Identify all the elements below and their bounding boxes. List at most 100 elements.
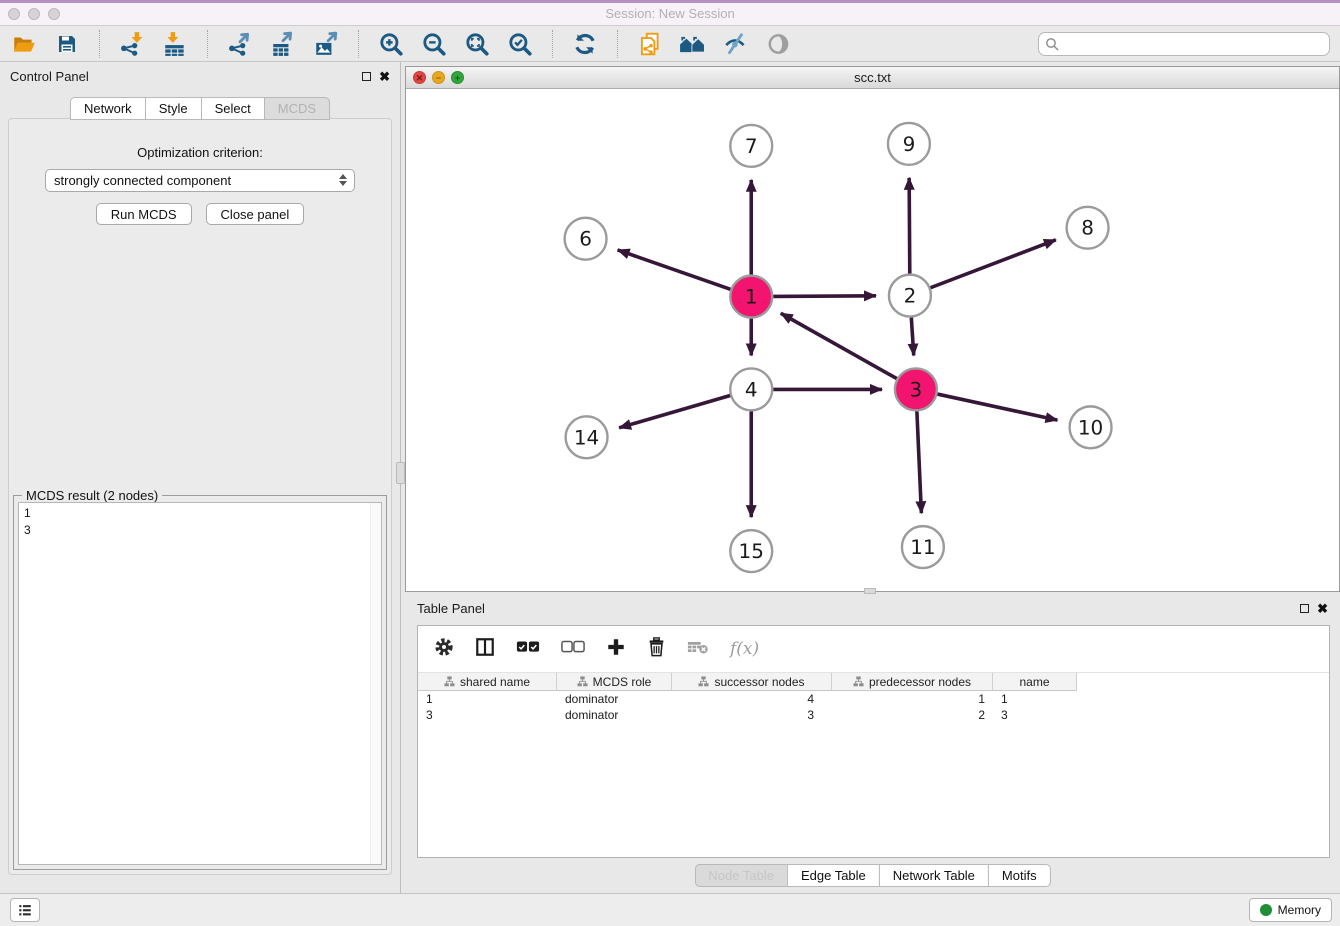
table-settings-button[interactable] bbox=[434, 637, 454, 662]
float-panel-icon[interactable] bbox=[362, 72, 371, 81]
zoom-selected-button[interactable] bbox=[506, 30, 534, 58]
first-neighbors-button[interactable] bbox=[636, 30, 664, 58]
graph-node-9[interactable]: 9 bbox=[888, 123, 930, 165]
graph-edge-2-9[interactable] bbox=[909, 178, 910, 274]
network-canvas[interactable]: 7 9 6 8 1 2 4 3 14 10 15 11 bbox=[406, 89, 1339, 591]
import-network-icon bbox=[119, 31, 145, 57]
export-image-button[interactable] bbox=[312, 30, 340, 58]
export-network-button[interactable] bbox=[226, 30, 254, 58]
graph-edge-3-11[interactable] bbox=[917, 411, 922, 513]
tab-network[interactable]: Network bbox=[70, 97, 145, 120]
graph-node-6[interactable]: 6 bbox=[565, 218, 607, 260]
close-panel-icon[interactable]: ✖ bbox=[379, 70, 390, 83]
zoom-fit-button[interactable] bbox=[463, 30, 491, 58]
tab-node-table[interactable]: Node Table bbox=[694, 864, 787, 887]
graph-edge-3-10[interactable] bbox=[937, 394, 1057, 420]
panel-divider-handle[interactable] bbox=[396, 462, 405, 484]
zoom-out-icon bbox=[421, 31, 447, 57]
svg-text:1: 1 bbox=[745, 285, 758, 309]
tab-network-table[interactable]: Network Table bbox=[879, 864, 988, 887]
search-input[interactable] bbox=[1038, 32, 1330, 56]
cell-name[interactable]: 3 bbox=[993, 708, 1077, 722]
column-header-name[interactable]: name bbox=[993, 673, 1077, 691]
close-table-panel-icon[interactable]: ✖ bbox=[1317, 602, 1328, 615]
show-hidden-button[interactable] bbox=[765, 30, 793, 58]
refresh-button[interactable] bbox=[571, 30, 599, 58]
graph-edge-4-14[interactable] bbox=[619, 396, 730, 428]
graph-node-15[interactable]: 15 bbox=[730, 530, 772, 572]
delete-table-button[interactable] bbox=[687, 639, 709, 660]
graph-edge-2-3[interactable] bbox=[911, 318, 913, 356]
graph-node-3[interactable]: 3 bbox=[895, 368, 937, 410]
save-icon bbox=[55, 32, 79, 56]
tab-edge-table[interactable]: Edge Table bbox=[787, 864, 879, 887]
network-graph[interactable]: 7 9 6 8 1 2 4 3 14 10 15 11 bbox=[406, 89, 1339, 591]
tab-motifs[interactable]: Motifs bbox=[988, 864, 1051, 887]
cell-predecessor-nodes[interactable]: 1 bbox=[832, 692, 993, 706]
zoom-selected-icon bbox=[507, 31, 533, 57]
control-panel: Control Panel ✖ Network Style Select MCD… bbox=[0, 62, 400, 893]
cell-shared-name[interactable]: 1 bbox=[418, 692, 557, 706]
open-folder-icon bbox=[11, 31, 37, 57]
network-window-titlebar[interactable]: ✕ − + scc.txt bbox=[406, 67, 1339, 89]
graph-node-11[interactable]: 11 bbox=[902, 526, 944, 568]
mcds-result-line: 3 bbox=[24, 522, 376, 539]
graph-node-2[interactable]: 2 bbox=[889, 275, 931, 317]
deselect-all-columns-button[interactable] bbox=[561, 640, 585, 659]
cell-shared-name[interactable]: 3 bbox=[418, 708, 557, 722]
cell-mcds-role[interactable]: dominator bbox=[557, 708, 672, 722]
network-window-resize-handle[interactable] bbox=[864, 588, 876, 594]
node-table-container: f(x) shared name MCDS role successor nod… bbox=[417, 625, 1330, 858]
graph-node-8[interactable]: 8 bbox=[1067, 207, 1109, 249]
graph-edge-2-8[interactable] bbox=[930, 240, 1055, 288]
column-header-shared-name[interactable]: shared name bbox=[418, 673, 557, 691]
cell-name[interactable]: 1 bbox=[993, 692, 1077, 706]
zoom-in-button[interactable] bbox=[377, 30, 405, 58]
optimization-criterion-select[interactable]: strongly connected component bbox=[45, 169, 355, 192]
memory-button[interactable]: Memory bbox=[1249, 898, 1332, 922]
graph-node-10[interactable]: 10 bbox=[1070, 406, 1112, 448]
mcds-result-scrollbar[interactable] bbox=[370, 503, 381, 864]
close-panel-button[interactable]: Close panel bbox=[206, 203, 305, 225]
import-network-button[interactable] bbox=[118, 30, 146, 58]
graph-edge-1-6[interactable] bbox=[618, 250, 731, 289]
cell-successor-nodes[interactable]: 3 bbox=[672, 708, 832, 722]
column-header-successor-nodes[interactable]: successor nodes bbox=[672, 673, 832, 691]
column-header-predecessor-nodes[interactable]: predecessor nodes bbox=[832, 673, 993, 691]
select-spinner-icon bbox=[339, 174, 347, 186]
task-history-button[interactable] bbox=[10, 898, 40, 922]
graph-node-4[interactable]: 4 bbox=[730, 368, 772, 410]
app-titlebar: Session: New Session bbox=[0, 0, 1340, 26]
save-session-button[interactable] bbox=[53, 30, 81, 58]
create-column-button[interactable] bbox=[606, 637, 626, 662]
column-header-mcds-role[interactable]: MCDS role bbox=[557, 673, 672, 691]
export-table-button[interactable] bbox=[269, 30, 297, 58]
graph-edge-3-1[interactable] bbox=[781, 313, 897, 378]
export-table-icon bbox=[270, 31, 296, 57]
open-file-button[interactable] bbox=[10, 30, 38, 58]
float-table-panel-icon[interactable] bbox=[1300, 604, 1309, 613]
delete-column-button[interactable] bbox=[647, 637, 666, 662]
graph-node-7[interactable]: 7 bbox=[730, 125, 772, 167]
cell-predecessor-nodes[interactable]: 2 bbox=[832, 708, 993, 722]
mcds-result-textarea[interactable]: 1 3 bbox=[18, 502, 382, 865]
hide-selected-button[interactable] bbox=[722, 30, 750, 58]
graph-node-14[interactable]: 14 bbox=[566, 416, 608, 458]
home-layout-button[interactable] bbox=[679, 30, 707, 58]
cell-mcds-role[interactable]: dominator bbox=[557, 692, 672, 706]
trash-icon bbox=[647, 637, 666, 657]
tab-select[interactable]: Select bbox=[201, 97, 264, 120]
table-row[interactable]: 1 dominator 4 1 1 bbox=[418, 691, 1329, 707]
tab-style[interactable]: Style bbox=[145, 97, 201, 120]
show-column-panel-button[interactable] bbox=[475, 637, 495, 662]
cell-successor-nodes[interactable]: 4 bbox=[672, 692, 832, 706]
zoom-out-button[interactable] bbox=[420, 30, 448, 58]
select-all-columns-button[interactable] bbox=[516, 640, 540, 659]
function-builder-button[interactable]: f(x) bbox=[730, 639, 759, 659]
run-mcds-button[interactable]: Run MCDS bbox=[96, 203, 192, 225]
graph-edge-1-2[interactable] bbox=[773, 296, 876, 297]
graph-node-1[interactable]: 1 bbox=[730, 276, 772, 318]
import-table-button[interactable] bbox=[161, 30, 189, 58]
tab-mcds[interactable]: MCDS bbox=[264, 97, 330, 120]
table-row[interactable]: 3 dominator 3 2 3 bbox=[418, 707, 1329, 723]
